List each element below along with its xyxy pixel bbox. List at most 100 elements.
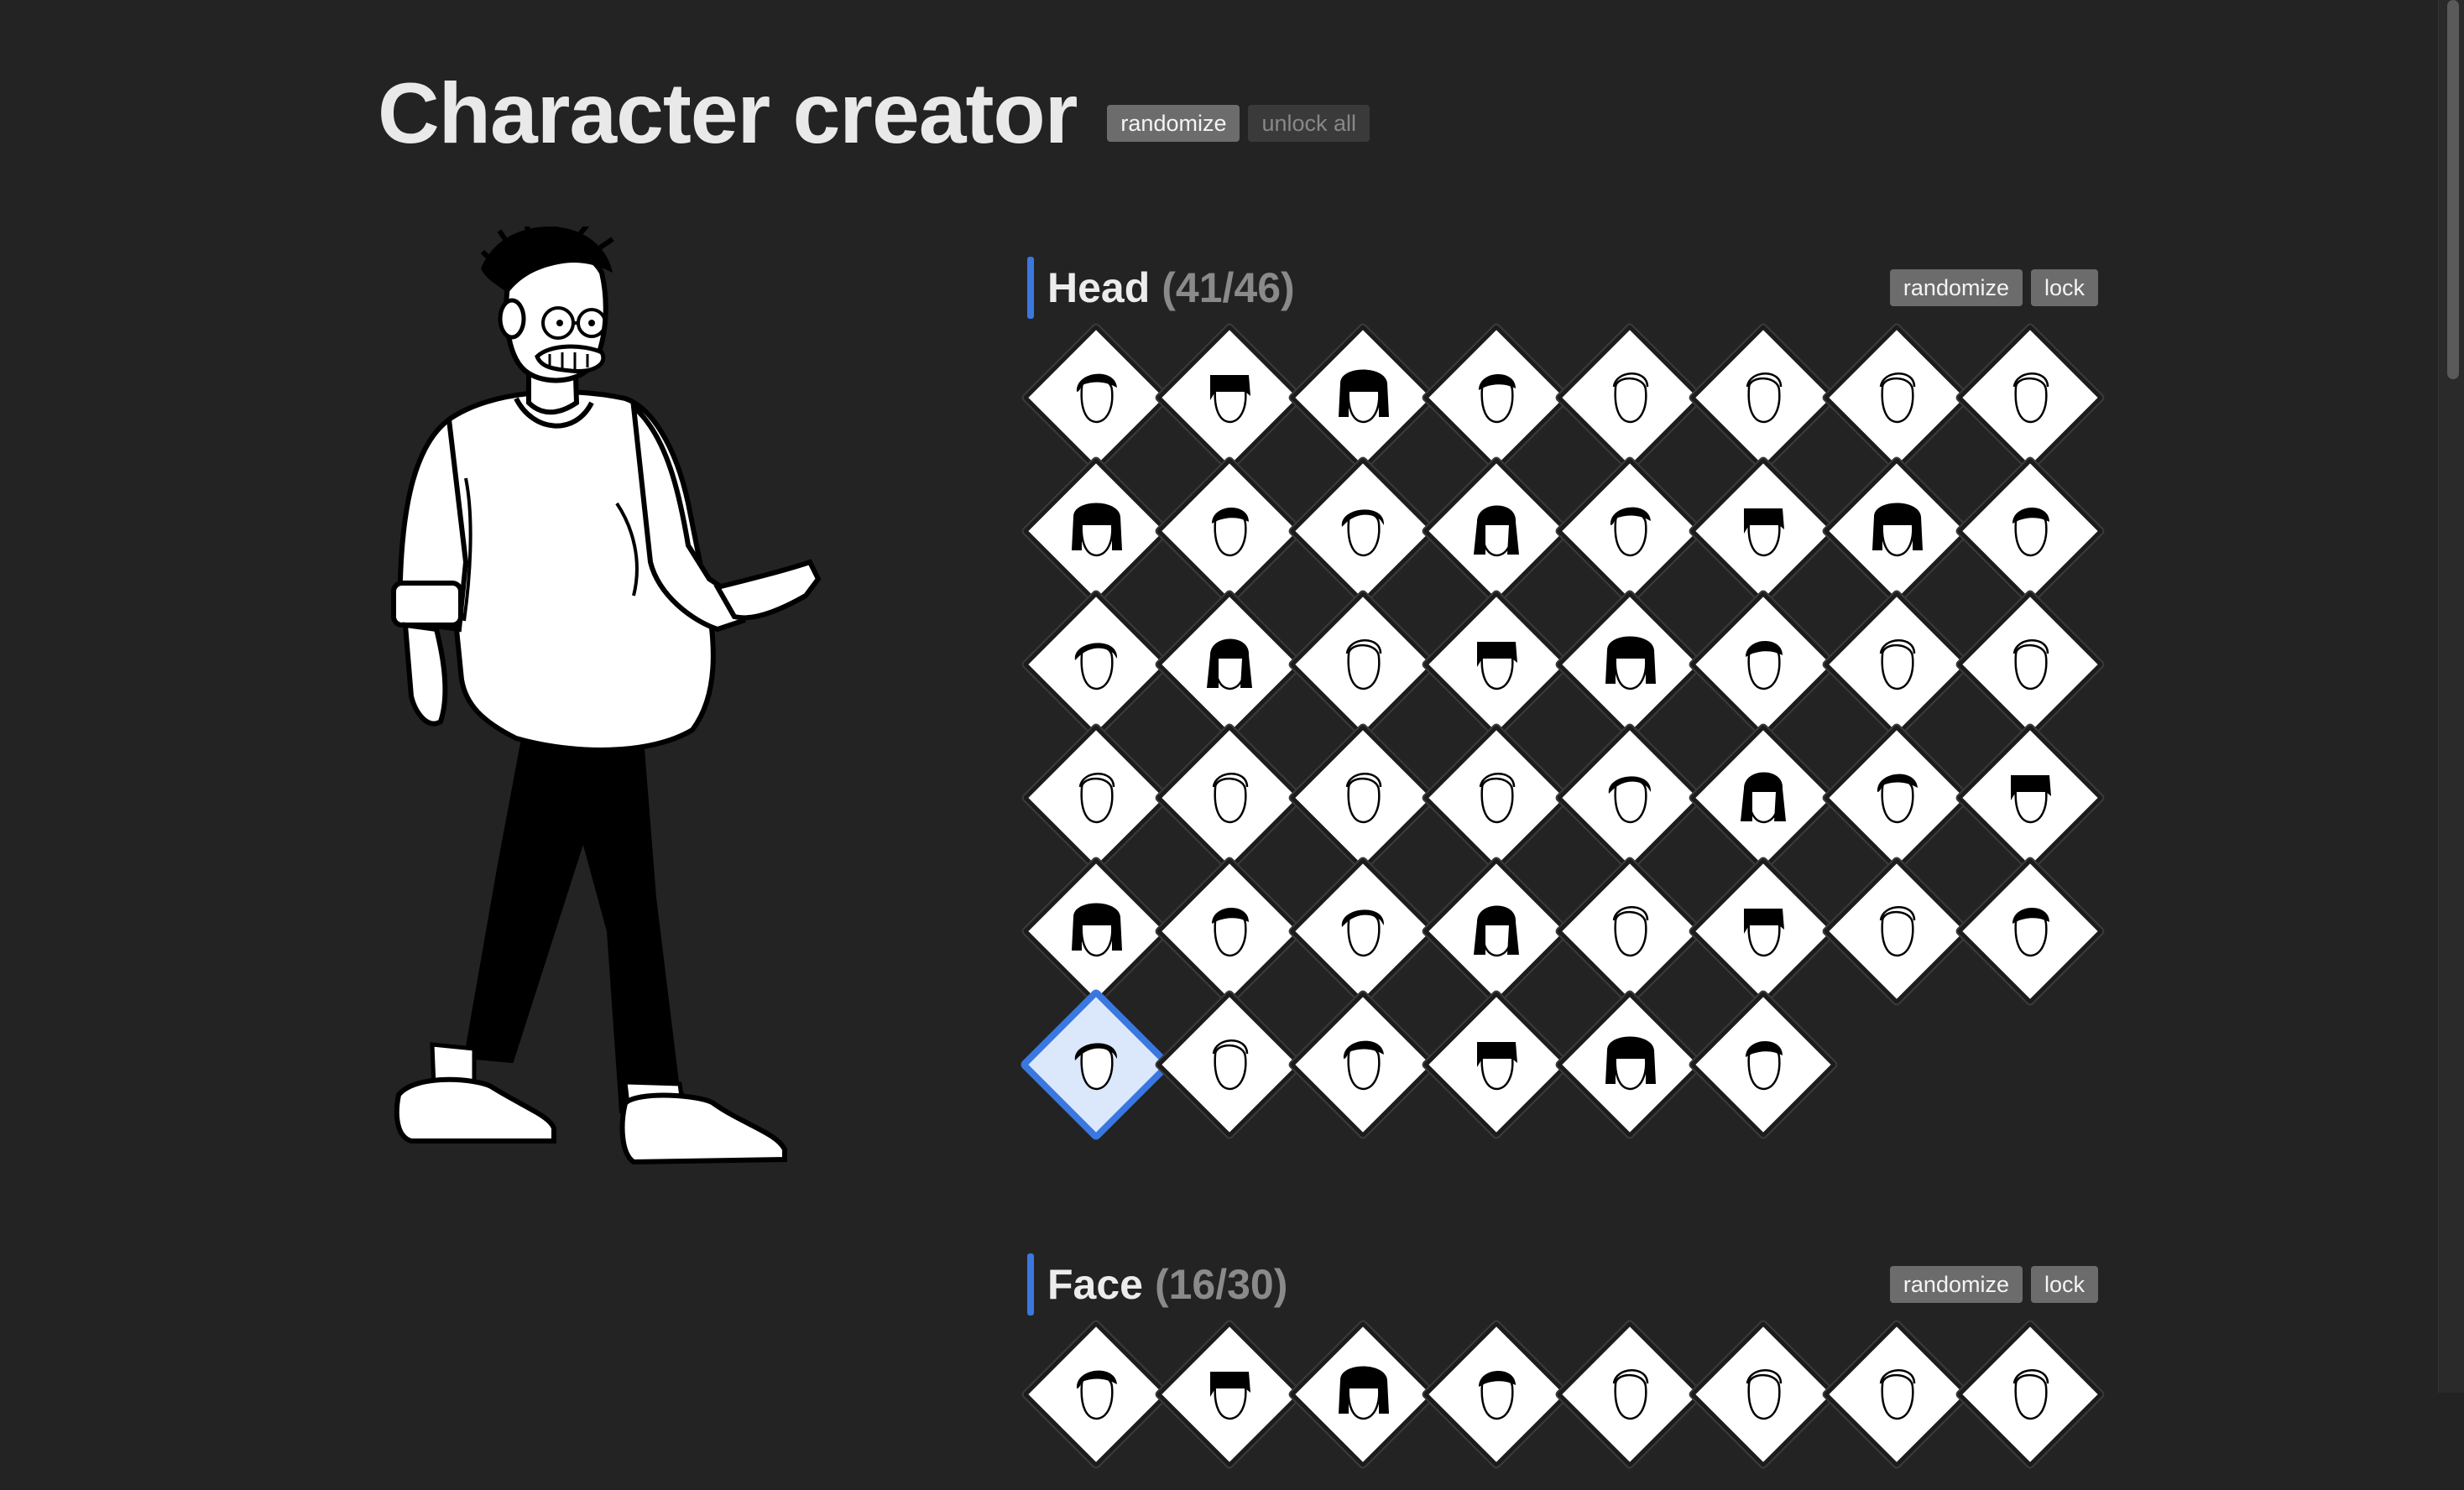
face-option-6[interactable] [1689,1321,1837,1468]
hair-option-fringe-bob[interactable] [1556,591,1704,738]
hair-option-wavy-short[interactable] [1022,591,1170,738]
face-option-5[interactable] [1556,1321,1704,1468]
hair-option-diagonal-long[interactable] [1689,591,1837,738]
hair-option-side-part[interactable] [1022,857,1170,1005]
hair-option-dreads[interactable] [1689,991,1837,1138]
hair-option-outline-short[interactable] [1823,324,1971,471]
hair-option-curly-outline[interactable] [1289,591,1437,738]
randomize-head-button[interactable]: randomize [1889,269,2023,306]
hair-option-outline-wisp[interactable] [1289,724,1437,872]
hair-option-bald[interactable] [1156,724,1303,872]
scrollbar-thumb[interactable] [2447,0,2459,379]
hair-option-outline-curl[interactable] [1423,724,1570,872]
hair-icon [1879,639,1916,690]
lock-face-button[interactable]: lock [2030,1266,2098,1303]
hair-icon [1612,1369,1649,1420]
hair-icon [2012,507,2049,557]
hair-icon [1612,372,1649,424]
hair-icon [1608,776,1652,824]
hair-option-outline-quiff[interactable] [1022,724,1170,872]
face-option-7[interactable] [1823,1321,1971,1468]
hair-icon [1210,375,1250,424]
hair-option-wide-bob[interactable] [1689,457,1837,605]
hair-icon [1212,773,1249,824]
hair-option-square-bob[interactable] [1289,457,1437,605]
hair-icon [1744,909,1784,957]
hair-option-flat-top[interactable] [1289,324,1437,471]
hair-icon [1078,773,1115,824]
hair-option-outline-long[interactable] [1823,591,1971,738]
hair-option-spiky-tall[interactable] [1022,991,1170,1138]
hair-icon [2012,372,2049,424]
randomize-all-button[interactable]: randomize [1107,105,1240,142]
hair-option-long-straight[interactable] [1556,457,1704,605]
hair-icon [2011,775,2051,824]
face-option-1[interactable] [1022,1321,1170,1468]
hair-option-outline-buns[interactable] [1956,591,2104,738]
hair-option-ponytail[interactable] [1156,324,1303,471]
hair-icon [2012,907,2049,957]
hair-option-spiky[interactable] [1156,857,1303,1005]
title-row: Character creator randomize unlock all [378,59,1370,168]
hair-icon [1605,636,1656,690]
hair-option-messy-short[interactable] [1956,724,2104,872]
hair-icon [1212,907,1249,957]
hair-icon [1479,773,1516,824]
hair-option-swept-bangs[interactable] [1022,457,1170,605]
section-buttons-head: randomize lock [1889,269,2098,306]
hair-option-bowl-cut[interactable] [1423,457,1570,605]
hair-option-short-crop[interactable] [1823,724,1971,872]
hair-option-outline-swoop[interactable] [1556,857,1704,1005]
hair-icon [1872,503,1923,557]
hair-icon [1746,640,1783,690]
section-title-head: Head [1047,264,1151,311]
lock-head-button[interactable]: lock [2030,269,2098,306]
hair-icon [1072,503,1122,557]
hair-icon [1879,1369,1916,1420]
hair-icon [1074,1043,1118,1091]
hair-option-outline-bob[interactable] [1556,324,1704,471]
unlock-all-button[interactable]: unlock all [1248,105,1370,142]
section-count-face: (16/30) [1154,1261,1288,1308]
hair-option-comb-over[interactable] [1289,857,1437,1005]
hair-option-space-buns[interactable] [1556,991,1704,1138]
hair-option-side-part-long[interactable] [1823,457,1971,605]
hair-icon [1212,507,1249,557]
hair-option-short-cap[interactable] [1022,324,1170,471]
hair-option-turban[interactable] [1823,857,1971,1005]
hair-option-bald-beard[interactable] [1156,991,1303,1138]
hair-option-buzz-side[interactable] [1423,324,1570,471]
hair-option-long-bangs[interactable] [1423,591,1570,738]
scrollbar-track[interactable] [2438,0,2464,1393]
face-option-2[interactable] [1156,1321,1303,1468]
hair-option-outline-shaved[interactable] [1956,324,2104,471]
face-option-8[interactable] [1956,1321,2104,1468]
section-head: Head (41/46) randomize lock [1022,257,2104,1138]
hair-option-bob-short[interactable] [1956,457,2104,605]
page-title: Character creator [378,65,1078,161]
hair-option-undercut[interactable] [1289,991,1437,1138]
section-accent-bar [1027,257,1034,319]
hair-icon [1345,639,1382,690]
title-buttons: randomize unlock all [1107,105,1370,142]
face-option-3[interactable] [1289,1321,1437,1468]
hair-icon [1343,1040,1384,1091]
hair-icon [1345,773,1382,824]
hair-option-slick-back[interactable] [1423,857,1570,1005]
hair-icon [1074,643,1118,690]
hair-option-short-side[interactable] [1689,724,1837,872]
hair-icon [1072,903,1122,957]
randomize-face-button[interactable]: randomize [1889,1266,2023,1303]
hair-option-outline-bun[interactable] [1689,324,1837,471]
hair-option-long-hood[interactable] [1156,457,1303,605]
hair-option-flat-curly[interactable] [1956,857,2104,1005]
face-option-4[interactable] [1423,1321,1570,1468]
hair-option-bandana[interactable] [1423,991,1570,1138]
hair-option-pompadour[interactable] [1556,724,1704,872]
hair-icon [1746,372,1783,424]
hair-icon [1741,772,1786,824]
hair-icon [1479,373,1516,424]
hair-option-long-wavy[interactable] [1156,591,1303,738]
hair-icon [1605,1036,1656,1091]
hair-option-short-fade[interactable] [1689,857,1837,1005]
